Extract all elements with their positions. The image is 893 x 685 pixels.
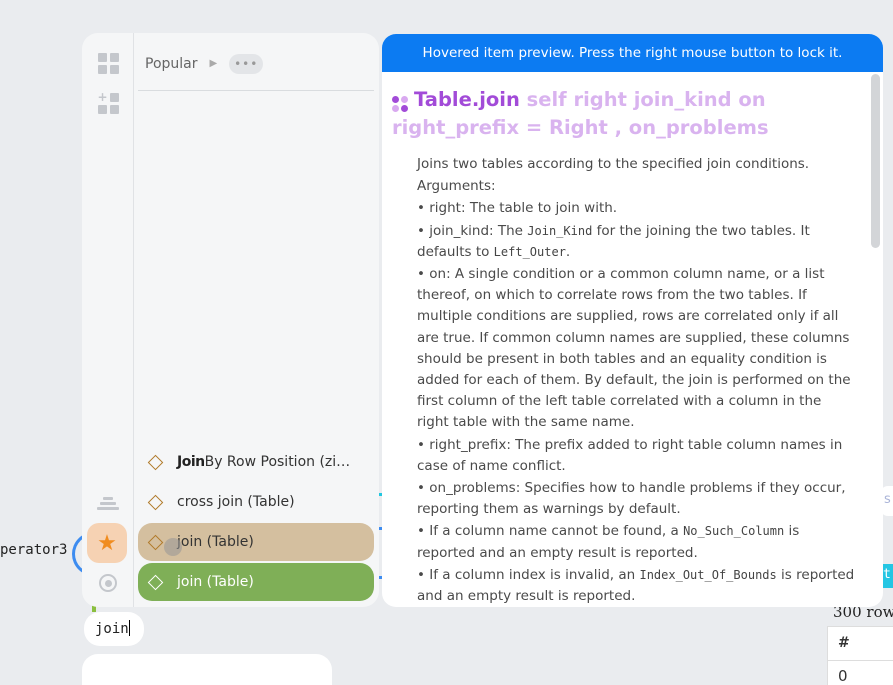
method-icon — [147, 574, 164, 590]
star-icon[interactable]: ★ — [87, 523, 127, 563]
doc-title: Table.join self right join_kind on right… — [392, 86, 852, 142]
preview-banner: Hovered item preview. Press the right mo… — [382, 34, 883, 72]
method-icon — [147, 454, 164, 470]
add-grid-icon[interactable]: + — [96, 91, 120, 115]
method-icon — [147, 494, 164, 510]
entry-label: By Row Position (zi… — [204, 454, 351, 470]
table-header: # — [828, 627, 893, 661]
doc-arg-prefix: • right_prefix: The prefix added to righ… — [417, 436, 843, 474]
entry-label: join (Table) — [177, 574, 254, 590]
list-item[interactable]: Join By Row Position (zi… — [138, 443, 374, 481]
text-caret — [128, 620, 130, 636]
doc-title-signature: right_prefix = Right , on_problems — [392, 116, 769, 139]
code-span: Left_Outer — [493, 244, 566, 259]
breadcrumb: Popular ▶ ••• — [138, 47, 374, 91]
table-icon — [392, 96, 408, 112]
entry-label: join (Table) — [177, 534, 254, 550]
documentation-panel[interactable]: Hovered item preview. Press the right mo… — [382, 34, 883, 607]
more-icon[interactable]: ••• — [229, 53, 264, 74]
doc-title-signature: self right join_kind on — [519, 88, 766, 111]
doc-title-name: Table.join — [414, 88, 520, 111]
search-input[interactable]: join — [84, 612, 144, 646]
doc-arg-problems: • on_problems: Specifies how to handle p… — [417, 480, 846, 518]
component-browser: + ★ Popular ▶ ••• Join By Row Position (… — [82, 33, 379, 607]
doc-intro: Joins two tables according to the specif… — [417, 156, 810, 172]
table-cell: 0 — [838, 667, 848, 685]
code-span: Index_Out_Of_Bounds — [639, 567, 777, 582]
radio-icon[interactable] — [96, 571, 120, 595]
search-input-text: join — [95, 621, 129, 637]
node-label[interactable]: perator3 — [0, 542, 67, 558]
breadcrumb-popular[interactable]: Popular — [145, 56, 198, 72]
grid-icon[interactable] — [96, 51, 120, 75]
doc-arg-right: • right: The table to join with. — [417, 200, 618, 217]
list-item-selected[interactable]: join (Table) — [138, 563, 374, 601]
method-icon — [147, 534, 164, 550]
doc-body: Joins two tables according to the specif… — [417, 154, 857, 607]
table-visualization: # 0 — [827, 626, 893, 685]
doc-error-column: • If a column name cannot be found, a No… — [417, 523, 800, 561]
scrollbar[interactable] — [871, 74, 880, 248]
doc-arg-join-kind: • join_kind: The Join_Kind for the joini… — [417, 222, 810, 260]
doc-arg-on: • on: A single condition or a common col… — [417, 266, 851, 431]
component-list: Join By Row Position (zi… cross join (Ta… — [138, 443, 374, 603]
entry-label: cross join (Table) — [177, 494, 295, 510]
bottom-card — [82, 654, 332, 685]
list-item-hovered[interactable]: join (Table) — [138, 523, 374, 561]
code-span: No_Such_Column — [683, 524, 785, 539]
code-span: Join_Kind — [527, 223, 593, 238]
entry-match: Join — [177, 454, 205, 470]
list-item[interactable]: cross join (Table) — [138, 483, 374, 521]
browser-sidebar: + ★ — [82, 33, 134, 607]
mouse-cursor-indicator — [164, 538, 182, 556]
doc-error-index: • If a column index is invalid, an Index… — [417, 566, 855, 605]
stack-icon[interactable] — [97, 491, 119, 515]
doc-args-label: Arguments: — [417, 178, 496, 195]
chevron-right-icon: ▶ — [209, 58, 218, 69]
